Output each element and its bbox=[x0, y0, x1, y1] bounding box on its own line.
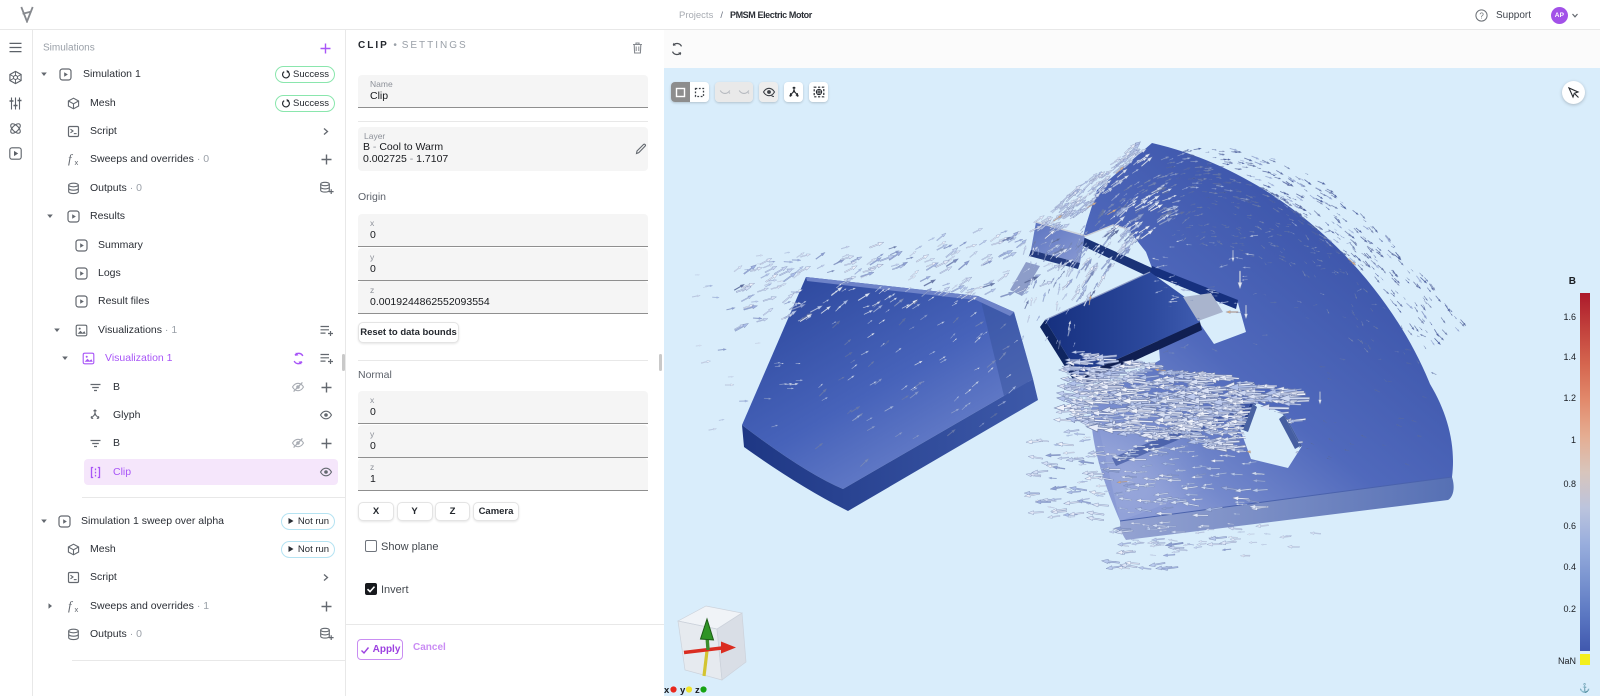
svg-text:f: f bbox=[68, 599, 74, 613]
svg-text:x: x bbox=[75, 158, 79, 166]
svg-text:?: ? bbox=[1479, 11, 1484, 20]
svg-text:z: z bbox=[695, 685, 700, 696]
svg-text:x: x bbox=[75, 605, 79, 613]
svg-text:f: f bbox=[68, 152, 74, 166]
svg-text:y: y bbox=[680, 685, 686, 696]
svg-text:x: x bbox=[664, 685, 670, 696]
